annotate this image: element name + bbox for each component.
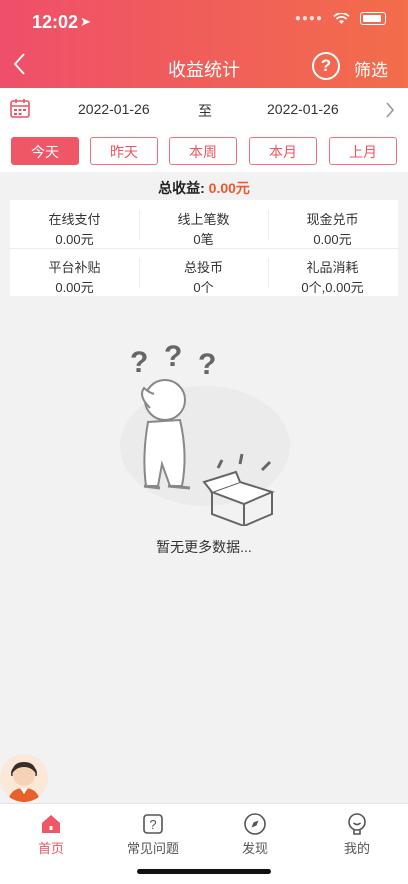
compass-icon <box>244 813 266 835</box>
signal-icon: ●●●● <box>294 13 323 24</box>
tab-profile[interactable]: 我的 <box>306 810 408 857</box>
tab-label: 发现 <box>241 841 268 856</box>
stat-gift-consumption: 礼品消耗 0个,0.00元 <box>268 248 397 296</box>
filter-button[interactable]: 筛选 <box>354 56 388 81</box>
battery-icon <box>360 12 386 25</box>
end-date[interactable]: 2022-01-26 <box>267 101 339 117</box>
empty-state-illustration: ? ? ? <box>120 340 290 526</box>
date-range-bar: 2022-01-26 至 2022-01-26 <box>0 88 408 132</box>
stat-online-count: 线上笔数 0笔 <box>139 200 268 248</box>
location-arrow-icon: ➤ <box>80 14 91 29</box>
range-this-week-button[interactable]: 本周 <box>169 137 237 165</box>
stat-online-payment: 在线支付 0.00元 <box>10 200 139 248</box>
profile-icon <box>348 813 366 835</box>
stat-label: 在线支付 <box>48 212 101 227</box>
stat-value: 0.00元 <box>313 232 352 247</box>
tab-home[interactable]: 首页 <box>0 810 102 857</box>
stat-label: 现金兑币 <box>306 212 359 227</box>
svg-text:?: ? <box>198 348 216 381</box>
stats-grid: 在线支付 0.00元 线上笔数 0笔 现金兑币 0.00元 平台补贴 0.00元… <box>10 200 398 296</box>
wifi-icon <box>333 12 350 24</box>
chevron-right-icon[interactable] <box>384 100 396 120</box>
stat-label: 平台补贴 <box>48 260 101 275</box>
tab-label: 常见问题 <box>126 841 179 856</box>
range-last-month-button[interactable]: 上月 <box>329 137 397 165</box>
total-label: 总收益: <box>158 180 205 196</box>
range-this-month-button[interactable]: 本月 <box>249 137 317 165</box>
total-earnings: 总收益: 0.00元 <box>0 178 408 198</box>
svg-text:?: ? <box>149 817 156 832</box>
stat-label: 线上笔数 <box>177 212 230 227</box>
tab-faq[interactable]: ? 常见问题 <box>102 810 204 857</box>
headset-agent-icon <box>8 762 40 802</box>
calendar-icon[interactable] <box>10 98 30 118</box>
home-icon <box>42 815 60 833</box>
status-time: 12:02 <box>32 12 79 32</box>
svg-text:?: ? <box>130 346 148 379</box>
faq-icon: ? <box>143 814 163 834</box>
stat-value: 0.00元 <box>55 280 94 295</box>
stat-value: 0笔 <box>193 232 214 247</box>
customer-service-avatar[interactable] <box>0 754 48 802</box>
stat-value: 0.00元 <box>55 232 94 247</box>
page-title: 收益统计 <box>168 60 240 80</box>
stat-value: 0个 <box>193 280 214 295</box>
stat-cash-exchange: 现金兑币 0.00元 <box>268 200 397 248</box>
total-value: 0.00元 <box>208 180 250 196</box>
tab-discover[interactable]: 发现 <box>204 810 306 857</box>
status-indicators: ●●●● <box>295 12 386 25</box>
stat-total-coins: 总投币 0个 <box>139 248 268 296</box>
stat-label: 礼品消耗 <box>306 260 359 275</box>
range-tabs: 今天 昨天 本周 本月 上月 <box>0 132 408 172</box>
range-today-button[interactable]: 今天 <box>11 137 79 165</box>
stat-label: 总投币 <box>183 260 223 275</box>
start-date[interactable]: 2022-01-26 <box>78 101 150 117</box>
svg-text:?: ? <box>164 340 182 373</box>
date-separator: 至 <box>198 103 212 119</box>
empty-state-text: 暂无更多数据... <box>156 539 252 555</box>
range-yesterday-button[interactable]: 昨天 <box>90 137 158 165</box>
stat-platform-subsidy: 平台补贴 0.00元 <box>10 248 139 296</box>
help-icon[interactable]: ? <box>312 52 340 80</box>
home-indicator <box>137 869 271 874</box>
tab-label: 首页 <box>37 841 64 856</box>
stat-value: 0个,0.00元 <box>301 280 364 295</box>
tab-label: 我的 <box>343 841 370 856</box>
header: 12:02 ➤ ●●●● 收益统计 ? 筛选 <box>0 0 408 88</box>
